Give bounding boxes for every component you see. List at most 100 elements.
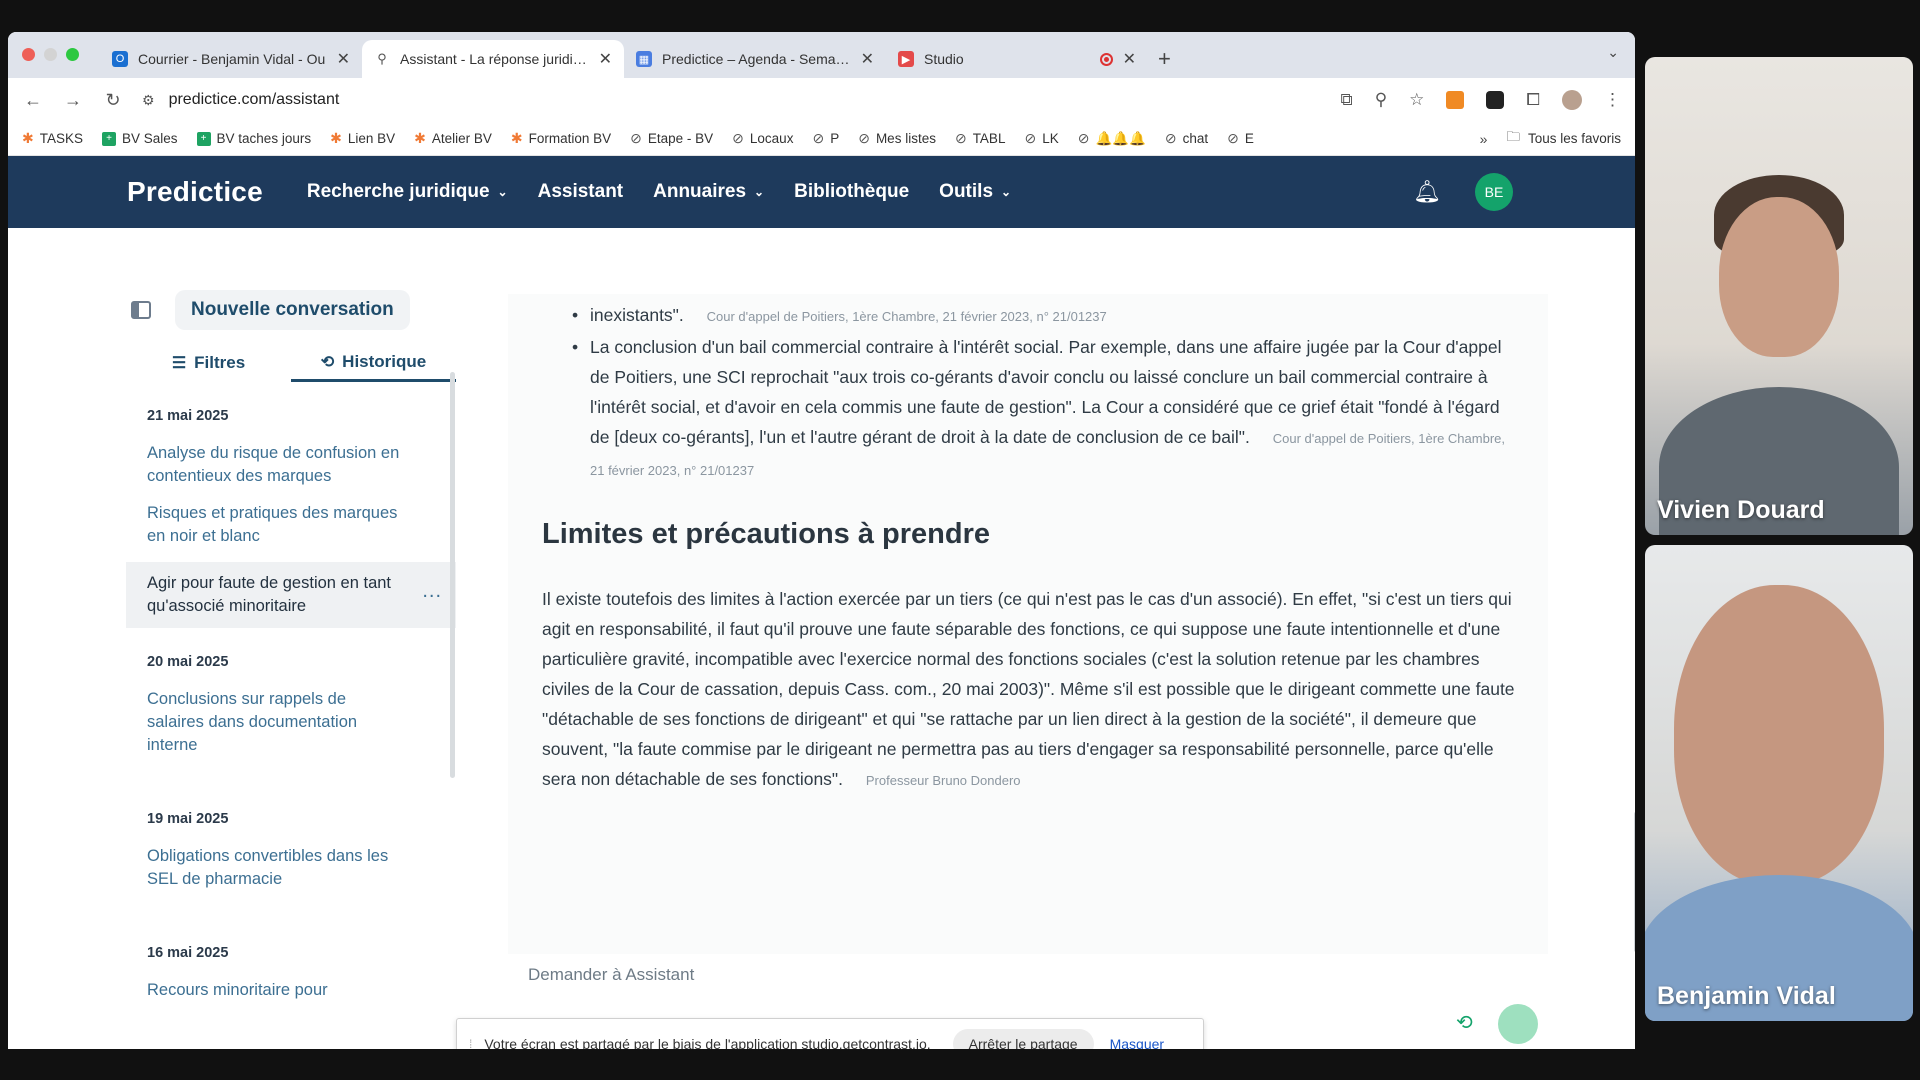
- bookmark-item[interactable]: ⊘ Locaux: [732, 130, 793, 147]
- maximize-window-button[interactable]: [66, 48, 79, 61]
- brand-logo[interactable]: Predictice: [127, 176, 263, 208]
- more-options-icon[interactable]: ...: [422, 580, 442, 603]
- toggle-sidebar-icon[interactable]: [131, 301, 151, 319]
- reload-icon[interactable]: ↻: [102, 90, 124, 111]
- ask-assistant-input[interactable]: Demander à Assistant: [528, 965, 694, 985]
- history-item[interactable]: Conclusions sur rappels de salaires dans…: [126, 688, 456, 771]
- url-text: predictice.com/assistant: [168, 91, 340, 108]
- all-bookmarks-button[interactable]: 🗀 Tous les favoris: [1506, 127, 1621, 150]
- extension-icon[interactable]: [1486, 91, 1505, 109]
- notification-bell-icon[interactable]: 🔔︎: [1413, 179, 1441, 205]
- tab-historique[interactable]: ⟲ Historique: [291, 344, 456, 382]
- history-date: 20 mai 2025: [147, 654, 229, 670]
- zoom-icon[interactable]: ⚲: [1375, 90, 1387, 110]
- nav-assistant[interactable]: Assistant: [538, 181, 624, 203]
- back-icon[interactable]: ←: [22, 90, 44, 111]
- extensions-puzzle-icon[interactable]: ⧠: [1526, 90, 1540, 110]
- new-conversation-button[interactable]: Nouvelle conversation: [175, 290, 410, 330]
- sheets-icon: +: [102, 131, 116, 146]
- bookmark-item[interactable]: ✱ Lien BV: [330, 130, 395, 147]
- history-item[interactable]: Risques et pratiques des marques en noir…: [126, 502, 456, 562]
- close-icon[interactable]: ✕: [1123, 49, 1136, 69]
- bookmark-item[interactable]: ⊘ 🔔🔔🔔: [1078, 130, 1146, 147]
- bookmarks-bar: ✱ TASKS + BV Sales + BV taches jours ✱ Lien …: [8, 122, 1635, 156]
- history-item[interactable]: Obligations convertibles dans les SEL de…: [126, 845, 456, 905]
- bookmark-label: Locaux: [749, 131, 794, 146]
- site-settings-icon[interactable]: ⚙: [142, 92, 155, 109]
- bookmark-item[interactable]: ⊘ Mes listes: [858, 130, 936, 147]
- profile-avatar[interactable]: [1562, 90, 1582, 110]
- globe-icon: ⊘: [630, 130, 642, 146]
- bookmark-item[interactable]: ⊘ chat: [1165, 130, 1208, 147]
- history-item[interactable]: Recours minoritaire pour: [126, 979, 456, 1016]
- sidebar-scrollbar[interactable]: [450, 372, 455, 778]
- url-field[interactable]: ⚙ predictice.com/assistant: [142, 91, 1323, 109]
- user-avatar[interactable]: BE: [1475, 173, 1513, 211]
- nav-recherche-juridique[interactable]: Recherche juridique ⌄: [307, 181, 508, 203]
- history-item[interactable]: Analyse du risque de confusion en conten…: [126, 442, 456, 502]
- bookmark-item[interactable]: ✱ TASKS: [22, 130, 83, 147]
- history-icon: ⟲: [320, 353, 335, 371]
- citation-link[interactable]: Cour d'appel de Poitiers, 1ère Chambre, …: [707, 309, 1107, 324]
- bookmark-item[interactable]: ✱ Formation BV: [511, 130, 611, 147]
- bookmark-label: LK: [1042, 131, 1059, 146]
- extension-icon[interactable]: [1446, 91, 1465, 109]
- tab-label: Studio: [924, 51, 964, 67]
- content-scrollbar[interactable]: [1634, 812, 1635, 952]
- tab-assistant[interactable]: ⚲ Assistant - La réponse juridique ✕: [362, 40, 624, 78]
- minimize-window-button[interactable]: [44, 48, 57, 61]
- participant-face: [1719, 197, 1839, 357]
- browser-menu-icon[interactable]: ⋮: [1604, 90, 1621, 110]
- tab-filtres[interactable]: ☰ Filtres: [126, 344, 291, 382]
- close-icon[interactable]: ✕: [599, 49, 612, 69]
- answer-paragraph: Il existe toutefois des limites à l'acti…: [542, 584, 1522, 796]
- history-item-selected[interactable]: Agir pour faute de gestion en tant qu'as…: [126, 562, 456, 628]
- bookmark-item[interactable]: ⊘ TABL: [955, 130, 1006, 147]
- history-date: 19 mai 2025: [147, 811, 229, 827]
- section-heading: Limites et précautions à prendre: [542, 518, 991, 550]
- screen-share-banner: ⁞ Votre écran est partagé par le biais d…: [456, 1018, 1204, 1049]
- tab-studio[interactable]: ▶ Studio ✕: [886, 40, 1148, 78]
- bookmark-star-icon[interactable]: ☆: [1409, 90, 1424, 110]
- nav-bibliotheque[interactable]: Bibliothèque: [794, 181, 909, 203]
- cast-icon[interactable]: ⧉: [1341, 90, 1353, 110]
- participant-video: Vivien Douard: [1645, 57, 1913, 535]
- calendar-icon: ▦: [636, 51, 652, 67]
- outlook-icon: O: [112, 51, 128, 67]
- bookmark-label: P: [830, 131, 840, 146]
- bookmark-item[interactable]: ⊘ P: [812, 130, 839, 147]
- bookmark-label: chat: [1182, 131, 1209, 146]
- close-icon[interactable]: ✕: [337, 49, 350, 69]
- tab-search-chevron-icon[interactable]: ⌄: [1607, 44, 1619, 61]
- main-nav: Recherche juridique ⌄ Assistant Annuaires…: [307, 181, 1011, 203]
- chevron-down-icon: ⌄: [497, 185, 508, 199]
- bookmark-item[interactable]: + BV taches jours: [196, 131, 311, 146]
- close-icon[interactable]: ✕: [861, 49, 874, 69]
- nav-annuaires[interactable]: Annuaires ⌄: [653, 181, 764, 203]
- citation-link[interactable]: Professeur Bruno Dondero: [866, 773, 1021, 788]
- nav-outils[interactable]: Outils ⌄: [939, 181, 1011, 203]
- bookmark-item[interactable]: + BV Sales: [102, 131, 178, 146]
- bookmark-item[interactable]: ⊘ E: [1227, 130, 1254, 147]
- chevron-down-icon: ⌄: [1001, 185, 1012, 199]
- hide-banner-link[interactable]: Masquer: [1110, 1036, 1164, 1049]
- participant-name: Benjamin Vidal: [1657, 982, 1836, 1010]
- bookmark-item[interactable]: ⊘ LK: [1024, 130, 1058, 147]
- new-tab-button[interactable]: +: [1148, 46, 1181, 72]
- bookmark-item[interactable]: ⊘ Etape - BV: [630, 130, 713, 147]
- bookmarks-overflow-button[interactable]: »: [1480, 131, 1488, 147]
- drag-handle-icon[interactable]: ⁞: [469, 1037, 472, 1049]
- history-icon[interactable]: ⟲: [1456, 1010, 1473, 1035]
- stop-sharing-button[interactable]: Arrêter le partage: [952, 1029, 1094, 1049]
- close-window-button[interactable]: [22, 48, 35, 61]
- tab-courrier[interactable]: O Courrier - Benjamin Vidal - Ou ✕: [100, 40, 362, 78]
- participant-name: Vivien Douard: [1657, 496, 1825, 524]
- tab-agenda[interactable]: ▦ Predictice – Agenda - Semaine ✕: [624, 40, 886, 78]
- bookmark-label: Lien BV: [347, 131, 396, 146]
- hubspot-icon: ✱: [510, 130, 523, 146]
- forward-icon[interactable]: →: [62, 90, 84, 111]
- tab-label: Historique: [342, 351, 427, 371]
- send-button[interactable]: [1498, 1004, 1538, 1044]
- bookmark-item[interactable]: ✱ Atelier BV: [414, 130, 492, 147]
- nav-label: Bibliothèque: [794, 181, 910, 202]
